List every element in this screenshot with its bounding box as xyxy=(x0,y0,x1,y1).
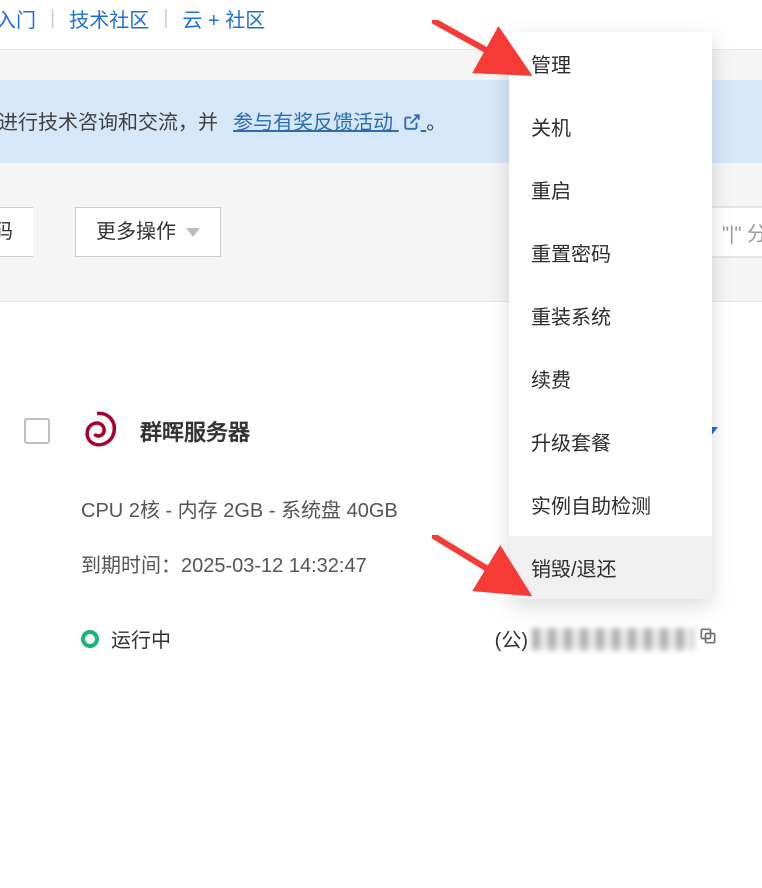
notice-text-suffix: 。 xyxy=(426,112,446,134)
instance-dropdown-menu: 管理 关机 重启 重置密码 重装系统 续费 升级套餐 实例自助检测 销毁/退还 xyxy=(509,32,712,599)
instance-checkbox[interactable] xyxy=(24,418,50,444)
expire-prefix: 到期时间： xyxy=(81,555,181,577)
menu-shutdown[interactable]: 关机 xyxy=(509,95,712,158)
search-input[interactable]: "|" 分 xyxy=(707,207,762,258)
menu-manage[interactable]: 管理 xyxy=(509,32,712,95)
menu-reset-password[interactable]: 重置密码 xyxy=(509,221,712,284)
topnav-link-0[interactable]: 夏入门 xyxy=(0,4,36,33)
more-actions-label: 更多操作 xyxy=(96,218,176,246)
menu-upgrade[interactable]: 升级套餐 xyxy=(509,410,712,473)
toolbar-button-partial[interactable]: 码 xyxy=(0,207,33,257)
chevron-down-icon xyxy=(186,228,200,237)
topnav-link-2[interactable]: 云 + 社区 xyxy=(182,4,265,33)
external-link-icon xyxy=(403,113,421,137)
copy-icon[interactable] xyxy=(698,626,718,652)
menu-reboot[interactable]: 重启 xyxy=(509,158,712,221)
notice-link-text: 参与有奖反馈活动 xyxy=(233,112,393,134)
expire-value: 2025-03-12 14:32:47 xyxy=(181,555,367,577)
status-row: 运行中 (公) xyxy=(24,624,718,653)
menu-reinstall[interactable]: 重装系统 xyxy=(509,284,712,347)
status-label: 运行中 xyxy=(111,624,171,653)
more-actions-button[interactable]: 更多操作 xyxy=(75,207,221,257)
menu-self-check[interactable]: 实例自助检测 xyxy=(509,473,712,536)
divider: | xyxy=(50,7,55,30)
status-running-icon xyxy=(81,630,99,648)
notice-text-prefix: 进行技术咨询和交流，并 xyxy=(0,112,218,134)
search-placeholder-text: "|" 分 xyxy=(722,224,762,246)
public-ip: (公) xyxy=(495,624,718,653)
ip-value-blurred xyxy=(532,628,694,650)
ip-prefix: (公) xyxy=(495,624,528,653)
debian-logo-icon xyxy=(72,406,122,456)
divider: | xyxy=(163,7,168,30)
toolbar-button-partial-label: 码 xyxy=(0,218,13,246)
menu-destroy[interactable]: 销毁/退还 xyxy=(509,536,712,599)
notice-link[interactable]: 参与有奖反馈活动 xyxy=(233,112,426,134)
menu-renew[interactable]: 续费 xyxy=(509,347,712,410)
topnav-link-1[interactable]: 技术社区 xyxy=(69,4,149,33)
